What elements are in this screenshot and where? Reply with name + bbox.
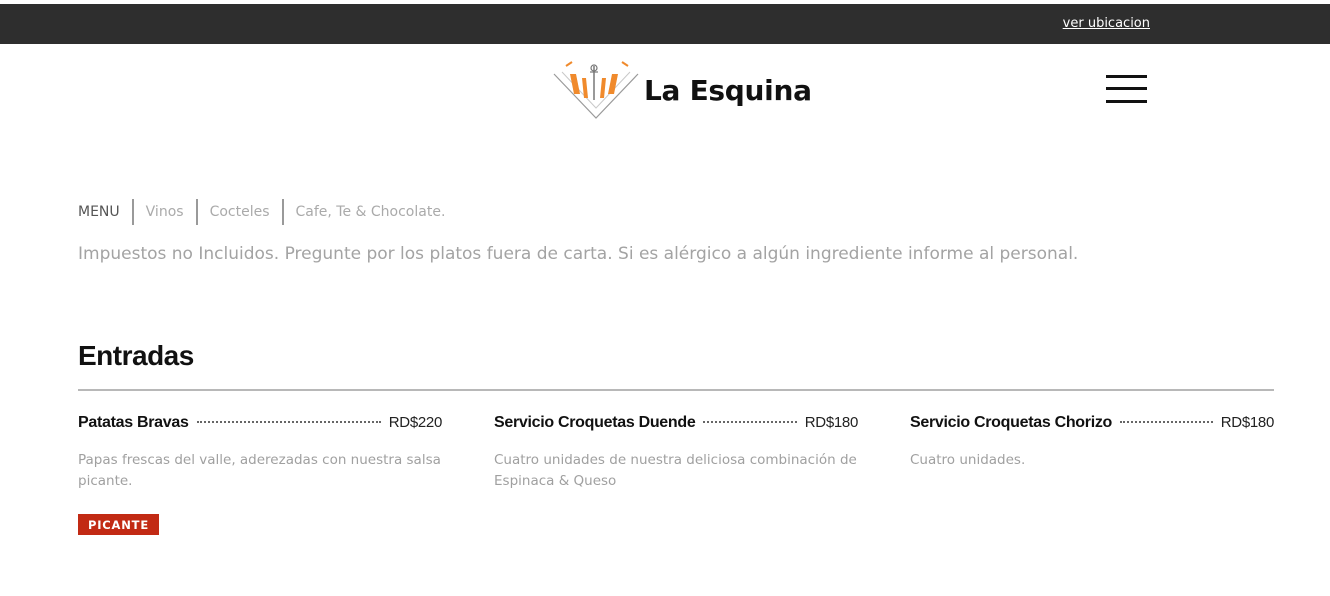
item-description: Cuatro unidades.: [910, 452, 1026, 468]
tab-cocteles[interactable]: Cocteles: [195, 199, 282, 225]
item-price: RD$180: [1220, 414, 1275, 431]
menu-tabs: MENU Vinos Cocteles Cafe, Te & Chocolate…: [78, 199, 457, 225]
dot-leader: [1120, 421, 1213, 423]
menu-item: Servicio Croquetas Duende RD$180 Cuatro …: [494, 414, 858, 492]
dot-leader: [196, 421, 381, 423]
item-price: RD$220: [388, 414, 443, 431]
tab-vinos[interactable]: Vinos: [131, 199, 196, 225]
brand-name: La Esquina: [644, 73, 812, 107]
spicy-badge: PICANTE: [78, 514, 159, 535]
location-link[interactable]: ver ubicacion: [1063, 16, 1150, 31]
tab-menu[interactable]: MENU: [78, 199, 132, 225]
item-name: Servicio Croquetas Chorizo: [910, 414, 1113, 431]
menu-item: Patatas Bravas RD$220 Papas frescas del …: [78, 414, 442, 492]
item-description: Cuatro unidades de nuestra deliciosa com…: [494, 452, 857, 489]
tab-cafe-te-chocolate[interactable]: Cafe, Te & Chocolate.: [281, 199, 458, 225]
item-name: Servicio Croquetas Duende: [494, 414, 696, 431]
section-divider: [78, 389, 1274, 391]
menu-hamburger-icon[interactable]: [1106, 75, 1147, 103]
brand-logo[interactable]: La Esquina: [552, 60, 812, 120]
top-bar: ver ubicacion: [0, 4, 1330, 44]
item-name: Patatas Bravas: [78, 414, 189, 431]
section-title: Entradas: [78, 340, 194, 371]
logo-emblem-icon: [553, 61, 639, 119]
tax-allergy-notice: Impuestos no Incluidos. Pregunte por los…: [78, 244, 1079, 264]
menu-item: Servicio Croquetas Chorizo RD$180 Cuatro…: [910, 414, 1274, 471]
item-description: Papas frescas del valle, aderezadas con …: [78, 452, 441, 489]
item-price: RD$180: [804, 414, 859, 431]
dot-leader: [703, 421, 797, 423]
